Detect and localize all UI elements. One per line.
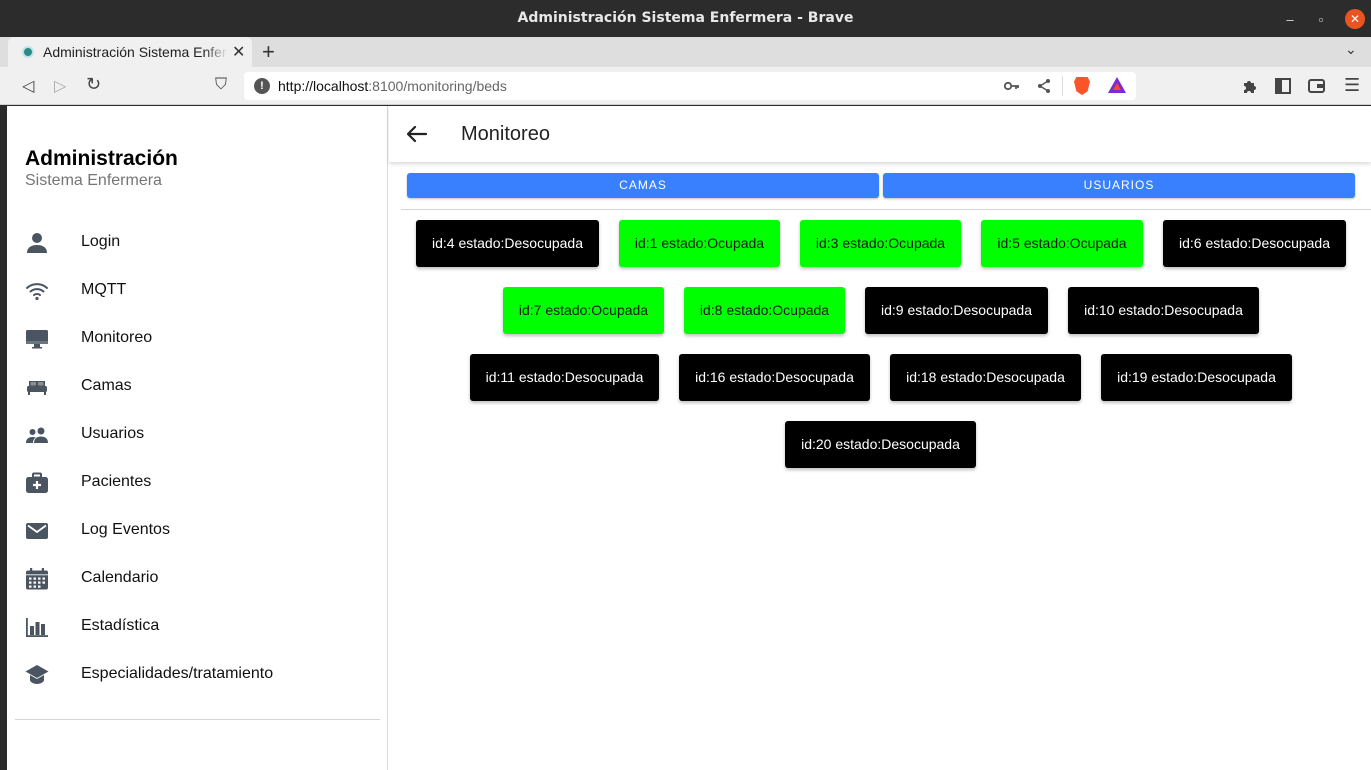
bed-card[interactable]: id:20 estado:Desocupada — [785, 421, 976, 468]
bed-card[interactable]: id:6 estado:Desocupada — [1163, 220, 1346, 267]
menu-item-label: Calendario — [81, 569, 159, 586]
calendar-icon — [26, 568, 48, 590]
tab-title: Administración Sistema Enfermera — [43, 44, 228, 60]
key-icon[interactable] — [1004, 79, 1020, 93]
browser-tab[interactable]: Administración Sistema Enfermera ✕ — [8, 37, 252, 67]
menu-item-label: Estadística — [81, 617, 160, 634]
bed-card[interactable]: id:4 estado:Desocupada — [416, 220, 599, 267]
forward-icon[interactable]: ▷ — [54, 76, 66, 96]
menu-item-log-eventos[interactable]: Log Eventos — [7, 507, 388, 555]
medkit-icon — [26, 472, 48, 493]
brave-rewards-icon[interactable] — [1108, 77, 1126, 93]
menu-item-label: Log Eventos — [81, 521, 170, 538]
bed-card[interactable]: id:19 estado:Desocupada — [1101, 354, 1292, 401]
bookmark-icon[interactable]: ⛉ — [215, 76, 227, 94]
tab-strip: Administración Sistema Enfermera ✕ + ⌄ — [0, 37, 1371, 67]
bed-card[interactable]: id:16 estado:Desocupada — [679, 354, 870, 401]
menu-item-estadistica[interactable]: Estadística — [7, 603, 388, 651]
urlbar-divider — [1062, 76, 1063, 96]
menu-item-calendario[interactable]: Calendario — [7, 555, 388, 603]
bed-card[interactable]: id:3 estado:Ocupada — [800, 220, 961, 267]
share-icon[interactable] — [1037, 78, 1051, 94]
menu-item-label: Login — [81, 233, 121, 250]
menu-item-login[interactable]: Login — [7, 219, 388, 267]
bed-card[interactable]: id:5 estado:Ocupada — [981, 220, 1143, 267]
bed-card[interactable]: id:18 estado:Desocupada — [890, 354, 1081, 401]
bed-card[interactable]: id:10 estado:Desocupada — [1068, 287, 1259, 334]
school-icon — [25, 665, 49, 684]
people-icon — [26, 427, 48, 443]
bed-card[interactable]: id:9 estado:Desocupada — [865, 287, 1048, 334]
desktop-icon — [26, 330, 48, 349]
menu-item-camas[interactable]: Camas — [7, 363, 388, 411]
back-arrow-icon[interactable] — [403, 120, 431, 148]
window-title: Administración Sistema Enfermera - Brave — [517, 10, 854, 26]
address-bar[interactable]: ! http://localhost:8100/monitoring/beds — [244, 72, 1136, 100]
main-content: Monitoreo CAMAS USUARIOS id:4 estado:Des… — [389, 106, 1371, 770]
url-path: :8100/monitoring/beds — [368, 78, 507, 94]
bed-card[interactable]: id:7 estado:Ocupada — [503, 287, 664, 334]
mail-icon — [26, 523, 48, 539]
menu-item-usuarios[interactable]: Usuarios — [7, 411, 388, 459]
menu-item-monitoreo[interactable]: Monitoreo — [7, 315, 388, 363]
wifi-icon — [26, 283, 48, 301]
url-text[interactable]: http://localhost:8100/monitoring/beds — [278, 78, 507, 94]
menu-item-pacientes[interactable]: Pacientes — [7, 459, 388, 507]
window-titlebar: Administración Sistema Enfermera - Brave… — [0, 0, 1371, 37]
menu-item-mqtt[interactable]: MQTT — [7, 267, 388, 315]
camas-button[interactable]: CAMAS — [407, 173, 879, 198]
stats-chart-icon — [26, 618, 48, 637]
browser-toolbar: ◁ ▷ ↻ ⛉ ! http://localhost:8100/monitori… — [0, 67, 1371, 105]
sidebar-toggle-icon[interactable] — [1275, 78, 1291, 94]
menu-title: Administración — [25, 147, 178, 170]
new-tab-icon[interactable]: + — [262, 39, 275, 65]
url-host: http://localhost — [278, 78, 369, 94]
extensions-icon[interactable] — [1242, 78, 1258, 94]
bed-card[interactable]: id:8 estado:Ocupada — [684, 287, 845, 334]
close-window-icon[interactable]: ✕ — [1345, 9, 1365, 29]
bed-card[interactable]: id:1 estado:Ocupada — [619, 220, 780, 267]
menu-item-label: Monitoreo — [81, 329, 153, 346]
menu-item-label: Usuarios — [81, 425, 145, 442]
person-icon — [27, 233, 47, 253]
menu-item-label: Pacientes — [81, 473, 152, 490]
favicon-icon — [22, 46, 34, 58]
menu-icon[interactable]: ☰ — [1344, 75, 1360, 96]
web-page: Administración Sistema Enfermera Login M… — [7, 106, 1371, 770]
menu-item-label: MQTT — [81, 281, 127, 298]
tab-search-chevron-icon[interactable]: ⌄ — [1345, 41, 1357, 58]
minimize-icon[interactable]: – — [1280, 9, 1300, 29]
bed-card[interactable]: id:11 estado:Desocupada — [470, 354, 659, 401]
reload-icon[interactable]: ↻ — [86, 74, 101, 95]
menu-item-label: Especialidades/tratamiento — [81, 665, 274, 682]
menu-divider — [15, 719, 380, 720]
maximize-icon[interactable]: ▫ — [1311, 9, 1331, 29]
wallet-icon[interactable] — [1308, 78, 1325, 93]
brave-shields-icon[interactable] — [1074, 77, 1090, 95]
usuarios-button[interactable]: USUARIOS — [883, 173, 1355, 198]
page-title: Monitoreo — [461, 123, 550, 145]
segment-divider — [401, 209, 1371, 210]
menu-item-especialidades[interactable]: Especialidades/tratamiento — [7, 651, 388, 699]
site-info-icon[interactable]: ! — [254, 78, 270, 94]
bed-icon — [27, 381, 47, 395]
tab-close-icon[interactable]: ✕ — [232, 42, 245, 62]
menu-subtitle: Sistema Enfermera — [25, 172, 162, 189]
back-icon[interactable]: ◁ — [22, 76, 34, 96]
page-header: Monitoreo — [389, 106, 1371, 162]
side-menu: Administración Sistema Enfermera Login M… — [7, 106, 388, 770]
menu-item-label: Camas — [81, 377, 132, 394]
